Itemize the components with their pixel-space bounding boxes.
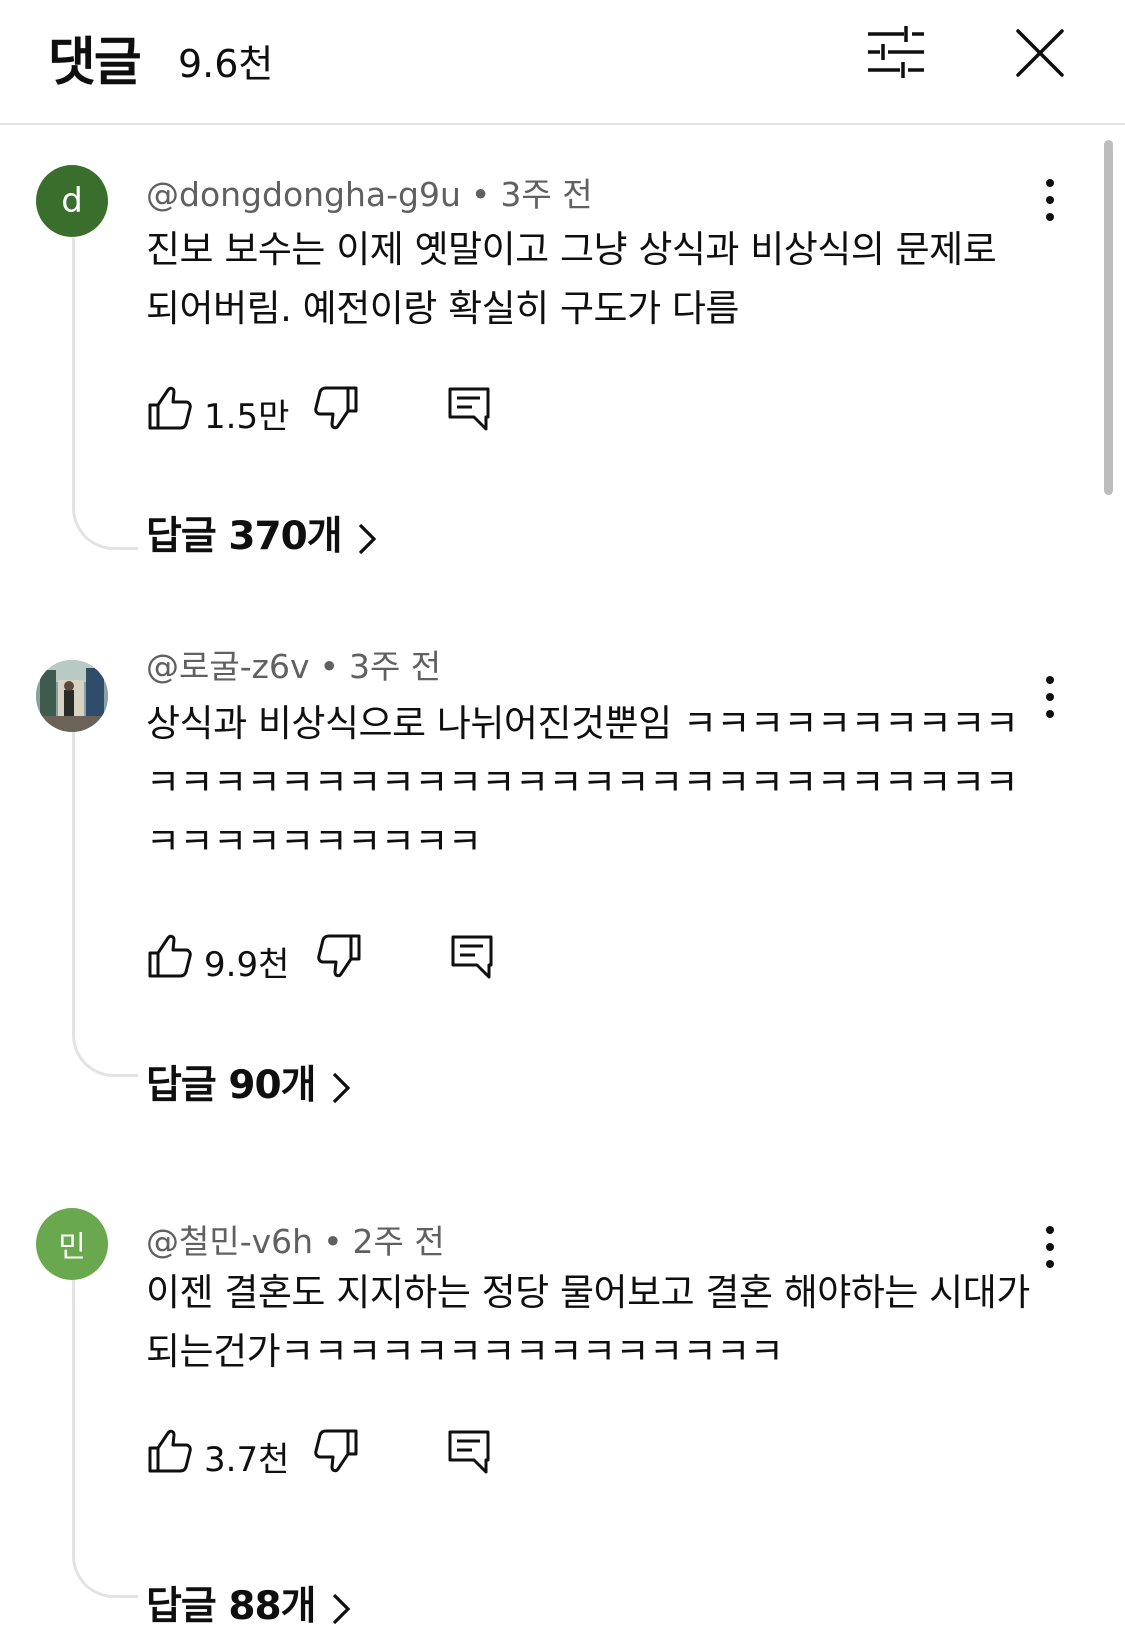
view-replies-button[interactable]: 답글 90개	[146, 1054, 352, 1110]
thread-line	[72, 712, 138, 1077]
comment-count: 9.6천	[178, 42, 274, 86]
filter-sliders-icon[interactable]	[866, 22, 926, 82]
comment-time: 2주 전	[352, 1222, 445, 1261]
thumbs-up-icon[interactable]	[146, 933, 192, 979]
view-replies-button[interactable]: 답글 88개	[146, 1575, 352, 1631]
scrollbar[interactable]	[1104, 140, 1113, 495]
chevron-right-icon	[332, 1593, 350, 1624]
comment-time: 3주 전	[500, 175, 593, 214]
chevron-right-icon	[332, 1072, 350, 1103]
more-vertical-icon[interactable]	[1035, 672, 1065, 722]
replies-label: 답글 90개	[146, 1063, 316, 1108]
thumbs-down-icon[interactable]	[314, 385, 360, 431]
thread-line	[72, 1238, 138, 1598]
close-icon[interactable]	[1012, 25, 1068, 81]
avatar[interactable]: 민	[36, 1208, 108, 1280]
comment-time: 3주 전	[348, 647, 442, 686]
avatar[interactable]: d	[36, 165, 108, 237]
comment-meta: @로굴-z6v • 3주 전	[146, 647, 442, 686]
page-title: 댓글	[48, 33, 142, 93]
thumbs-up-icon[interactable]	[146, 1428, 192, 1474]
view-replies-button[interactable]: 답글 370개	[146, 505, 378, 561]
replies-label: 답글 88개	[146, 1584, 316, 1629]
thumbs-up-icon[interactable]	[146, 385, 192, 431]
comment-meta: @dongdongha-g9u • 3주 전	[146, 175, 593, 214]
comment-reply-icon[interactable]	[446, 1428, 492, 1474]
comment-text: 이젠 결혼도 지지하는 정당 물어보고 결혼 해야하는 시대가 되는건가ㅋㅋㅋㅋ…	[146, 1271, 1030, 1373]
chevron-right-icon	[358, 523, 376, 554]
more-vertical-icon[interactable]	[1035, 175, 1065, 225]
comment-meta: @철민-v6h • 2주 전	[146, 1222, 445, 1261]
like-count: 9.9천	[204, 945, 290, 985]
thumbs-down-icon[interactable]	[314, 1428, 360, 1474]
replies-label: 답글 370개	[146, 514, 343, 559]
like-count: 1.5만	[204, 397, 290, 437]
comment-reply-icon[interactable]	[446, 385, 492, 431]
avatar-photo	[36, 660, 108, 732]
comment-text: 진보 보수는 이제 옛말이고 그냥 상식과 비상식의 문제로 되어버림. 예전이…	[146, 228, 997, 330]
like-count: 3.7천	[204, 1440, 290, 1480]
thread-line	[72, 238, 138, 550]
comment-author[interactable]: @dongdongha-g9u	[146, 175, 461, 214]
avatar-letter: 민	[58, 1230, 86, 1265]
comment-author[interactable]: @철민-v6h	[146, 1222, 313, 1261]
comments-header: 댓글 9.6천	[0, 0, 1125, 125]
more-vertical-icon[interactable]	[1035, 1222, 1065, 1272]
comment-text: 상식과 비상식으로 나뉘어진것뿐임 ㅋㅋㅋㅋㅋㅋㅋㅋㅋㅋㅋㅋㅋㅋㅋㅋㅋㅋㅋㅋㅋㅋ…	[146, 702, 1019, 863]
thumbs-down-icon[interactable]	[317, 933, 363, 979]
comment-reply-icon[interactable]	[449, 933, 495, 979]
comment-author[interactable]: @로굴-z6v	[146, 647, 309, 686]
avatar[interactable]	[36, 660, 108, 732]
avatar-letter: d	[61, 181, 83, 221]
